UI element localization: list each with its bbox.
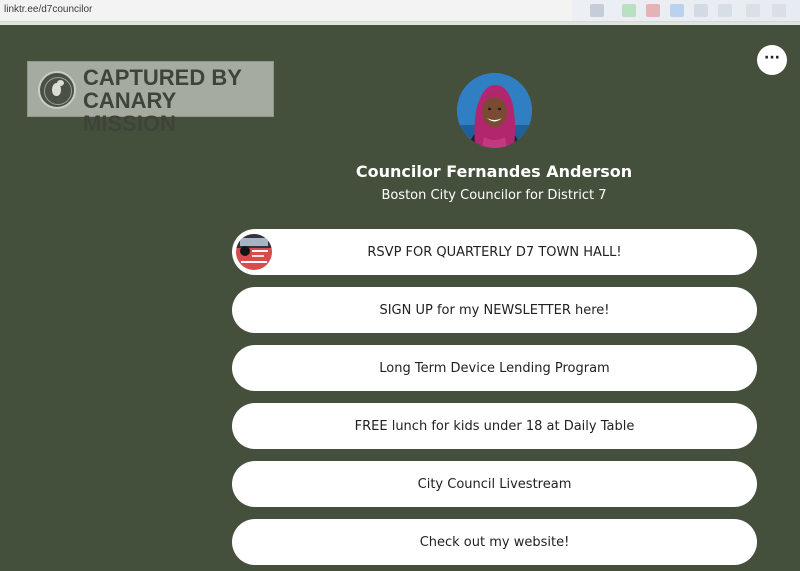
link-label: Check out my website! bbox=[419, 534, 570, 550]
url-text[interactable]: linktr.ee/d7councilor bbox=[4, 4, 92, 15]
link-label: RSVP FOR QUARTERLY D7 TOWN HALL! bbox=[367, 244, 622, 260]
canary-bird-icon bbox=[38, 71, 76, 109]
link-website[interactable]: Check out my website! bbox=[232, 519, 757, 565]
town-hall-thumbnail bbox=[236, 234, 272, 270]
watermark-line-1: CAPTURED BY bbox=[83, 65, 242, 90]
header-divider bbox=[0, 22, 800, 25]
canary-mission-watermark: CAPTURED BY CANARY MISSION bbox=[27, 61, 274, 135]
link-label: SIGN UP for my NEWSLETTER here! bbox=[379, 302, 610, 318]
link-council-livestream[interactable]: City Council Livestream bbox=[232, 461, 757, 507]
link-newsletter-signup[interactable]: SIGN UP for my NEWSLETTER here! bbox=[232, 287, 757, 333]
profile-name: Councilor Fernandes Anderson bbox=[355, 162, 633, 181]
link-label: Long Term Device Lending Program bbox=[379, 360, 610, 376]
browser-toolbar-icons bbox=[572, 0, 800, 21]
profile-avatar bbox=[457, 73, 532, 148]
link-label: City Council Livestream bbox=[417, 476, 572, 492]
profile-title: Boston City Councilor for District 7 bbox=[381, 188, 607, 203]
avatar-image bbox=[457, 73, 532, 148]
browser-address-bar[interactable]: linktr.ee/d7councilor bbox=[0, 0, 800, 22]
link-free-lunch[interactable]: FREE lunch for kids under 18 at Daily Ta… bbox=[232, 403, 757, 449]
link-device-lending[interactable]: Long Term Device Lending Program bbox=[232, 345, 757, 391]
more-options-button[interactable]: ··· bbox=[757, 45, 787, 75]
link-list: RSVP FOR QUARTERLY D7 TOWN HALL! SIGN UP… bbox=[232, 229, 757, 571]
link-label: FREE lunch for kids under 18 at Daily Ta… bbox=[354, 418, 635, 434]
watermark-line-2: CANARY MISSION bbox=[83, 88, 176, 136]
link-rsvp-town-hall[interactable]: RSVP FOR QUARTERLY D7 TOWN HALL! bbox=[232, 229, 757, 275]
